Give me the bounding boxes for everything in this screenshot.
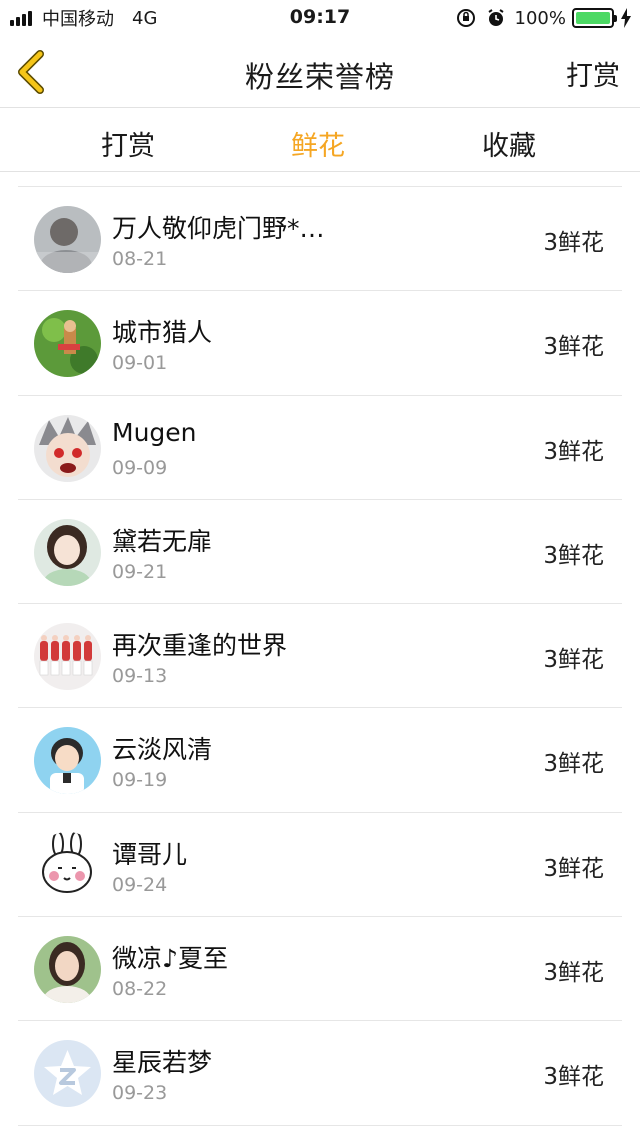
- avatar: [34, 310, 101, 378]
- list-item[interactable]: 黛若无扉 09-21 3鲜花: [18, 500, 622, 605]
- fan-name: 黛若无扉: [112, 526, 213, 556]
- fan-date: 09-13: [112, 665, 168, 688]
- avatar: [34, 623, 101, 691]
- avatar: [34, 518, 101, 586]
- list-item[interactable]: 云淡风清 09-19 3鲜花: [18, 708, 622, 813]
- list-item[interactable]: 万人敬仰虎门野*… 08-21 3鲜花: [18, 187, 622, 292]
- tab-favorites[interactable]: 收藏: [482, 124, 536, 163]
- list-item[interactable]: 微凉♪夏至 08-22 3鲜花: [18, 917, 622, 1022]
- avatar: [34, 206, 101, 273]
- status-right: 100%: [455, 6, 632, 30]
- fan-date: 09-24: [112, 873, 168, 896]
- fan-date: 09-19: [112, 769, 168, 792]
- status-bar: 中国移动 4G 09:17 100%: [0, 0, 640, 36]
- avatar: [34, 831, 101, 899]
- tip-button[interactable]: 打赏: [566, 54, 620, 93]
- list-item[interactable]: 星辰若梦 09-23 3鲜花: [18, 1021, 622, 1126]
- avatar: [34, 414, 101, 482]
- fan-amount: 3鲜花: [543, 647, 604, 674]
- fan-name: 谭哥儿: [112, 839, 188, 869]
- fan-date: 08-22: [112, 978, 168, 1001]
- fan-amount: 3鲜花: [543, 855, 604, 882]
- rotation-lock-icon: [455, 7, 477, 29]
- list-item[interactable]: 城市猎人 09-01 3鲜花: [18, 291, 622, 396]
- fan-name: 再次重逢的世界: [112, 631, 288, 661]
- fan-date: 09-09: [112, 456, 168, 479]
- list-item[interactable]: 谭哥儿 09-24 3鲜花: [18, 813, 622, 918]
- fan-date: 09-21: [112, 560, 168, 583]
- battery-icon: [572, 8, 617, 28]
- page-title: 粉丝荣誉榜: [244, 60, 395, 94]
- fan-name: 微凉♪夏至: [112, 944, 228, 974]
- fan-date: 09-23: [112, 1082, 168, 1105]
- avatar: [34, 936, 101, 1004]
- fan-amount: 3鲜花: [543, 230, 604, 256]
- fan-amount: 3鲜花: [543, 1064, 604, 1091]
- fan-name: 云淡风清: [112, 735, 213, 765]
- avatar: [34, 1040, 101, 1108]
- fan-amount: 3鲜花: [543, 960, 604, 987]
- battery-fill: [576, 12, 610, 24]
- fan-name: Mugen: [112, 417, 197, 447]
- alarm-icon: [485, 7, 507, 29]
- tab-tips[interactable]: 打赏: [101, 124, 155, 163]
- fan-amount: 3鲜花: [543, 542, 604, 569]
- fan-name: 星辰若梦: [112, 1048, 213, 1078]
- fan-date: 08-21: [112, 248, 168, 270]
- tab-bar: 打赏 鲜花 收藏: [0, 108, 640, 172]
- fan-list: 万人敬仰虎门野*… 08-21 3鲜花 城市猎人 09-01 3鲜花 Mugen…: [18, 186, 622, 1126]
- avatar: [34, 727, 101, 795]
- list-item[interactable]: Mugen 09-09 3鲜花: [18, 396, 622, 500]
- charging-icon: [621, 8, 631, 28]
- fan-date: 09-01: [112, 352, 168, 375]
- nav-bar: 粉丝荣誉榜 打赏: [0, 36, 640, 108]
- battery-percent: 100%: [514, 7, 566, 29]
- fan-name: 万人敬仰虎门野*…: [112, 214, 325, 243]
- fan-amount: 3鲜花: [543, 751, 604, 778]
- tab-flowers[interactable]: 鲜花: [291, 124, 345, 163]
- list-item[interactable]: 再次重逢的世界 09-13 3鲜花: [18, 604, 622, 709]
- fan-amount: 3鲜花: [543, 438, 604, 465]
- fan-amount: 3鲜花: [543, 334, 604, 361]
- fan-name: 城市猎人: [112, 318, 213, 348]
